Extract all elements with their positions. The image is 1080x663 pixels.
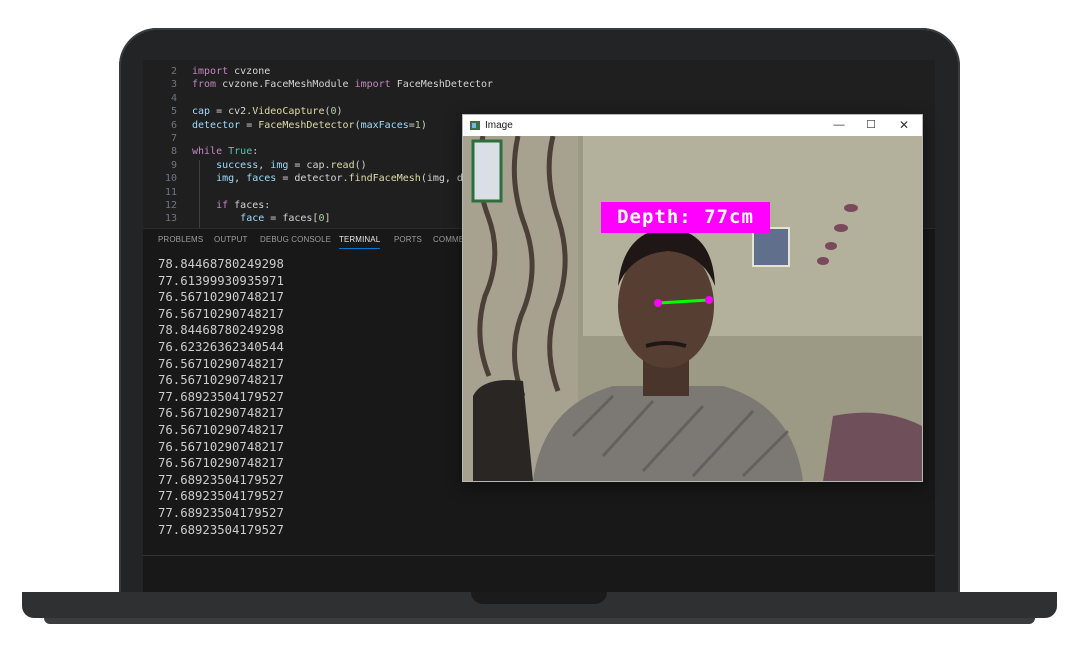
laptop-notch xyxy=(471,592,607,604)
close-button[interactable]: ✕ xyxy=(889,117,919,134)
terminal-line: 77.68923504179527 xyxy=(158,522,284,537)
terminal-line: 76.56710290748217 xyxy=(158,456,284,471)
wall-poster xyxy=(752,227,790,267)
image-window-titlebar[interactable]: Image — ☐ ✕ xyxy=(463,115,922,136)
terminal-line: 76.56710290748217 xyxy=(158,422,284,437)
code-text: import cvzone xyxy=(192,66,271,77)
tab-problems[interactable]: PROBLEMS xyxy=(158,235,203,244)
terminal-line: 78.84468780249298 xyxy=(158,257,284,271)
minimize-button[interactable]: — xyxy=(824,117,854,134)
code-text: face = faces[0] xyxy=(240,213,331,225)
terminal-line: 77.68923504179527 xyxy=(158,389,284,404)
line-number: 11 xyxy=(164,186,177,198)
terminal-line: 78.84468780249298 xyxy=(158,323,284,338)
line-number: 2 xyxy=(170,66,177,77)
terminal-line: 76.56710290748217 xyxy=(158,306,284,321)
line-number: 9 xyxy=(170,159,177,171)
depth-label: Depth: 77cm xyxy=(601,202,770,233)
maximize-button[interactable]: ☐ xyxy=(856,117,886,134)
line-number: 6 xyxy=(170,119,177,131)
left-eye-point xyxy=(654,299,662,307)
terminal-line: 77.61399930935971 xyxy=(158,273,284,288)
line-number: 5 xyxy=(170,106,177,118)
webcam-scene xyxy=(463,136,922,481)
terminal-line: 76.56710290748217 xyxy=(158,290,284,305)
code-text: detector = FaceMeshDetector(maxFaces=1) xyxy=(192,119,427,131)
tab-terminal[interactable]: TERMINAL xyxy=(339,235,381,249)
terminal-line: 76.56710290748217 xyxy=(158,356,284,371)
terminal-line: 77.68923504179527 xyxy=(158,472,284,487)
right-eye-point xyxy=(705,296,713,304)
tab-output[interactable]: OUTPUT xyxy=(214,235,248,244)
tab-ports[interactable]: PORTS xyxy=(394,235,422,244)
code-text: success, img = cap.read() xyxy=(216,159,367,171)
window-pane xyxy=(471,139,503,203)
code-text: img, faces = detector.findFaceMesh(img, … xyxy=(216,173,488,185)
terminal-line: 77.68923504179527 xyxy=(158,489,284,504)
line-number: 10 xyxy=(164,173,177,185)
line-number: 8 xyxy=(170,146,177,158)
chair xyxy=(473,380,533,481)
terminal-line: 76.56710290748217 xyxy=(158,373,284,388)
terminal-output[interactable]: 78.84468780249298 77.61399930935971 76.567… xyxy=(158,256,284,538)
webcam-frame: Depth: 77cm xyxy=(463,136,922,481)
laptop-base-edge xyxy=(44,618,1035,624)
terminal-line: 76.62326362340544 xyxy=(158,339,284,354)
code-text: while True: xyxy=(192,146,259,158)
line-number: 4 xyxy=(170,92,177,104)
code-text: cap = cv2.VideoCapture(0) xyxy=(192,106,343,118)
line-number: 3 xyxy=(170,79,177,91)
line-number: 12 xyxy=(164,200,177,211)
terminal-line: 76.56710290748217 xyxy=(158,439,284,454)
window-app-icon xyxy=(470,121,480,130)
clothes-pile xyxy=(823,412,922,481)
terminal-line: 77.68923504179527 xyxy=(158,505,284,520)
terminal-line: 76.56710290748217 xyxy=(158,406,284,421)
tab-debug-console[interactable]: DEBUG CONSOLE xyxy=(260,235,331,244)
code-text: from cvzone.FaceMeshModule import FaceMe… xyxy=(192,79,494,91)
panel-divider xyxy=(143,555,935,556)
window-title: Image xyxy=(485,120,513,131)
code-text: if faces: xyxy=(216,200,271,211)
tab-comments[interactable]: COMME xyxy=(433,235,464,244)
line-number: 7 xyxy=(170,133,177,144)
image-window[interactable]: Image — ☐ ✕ Depth: 77cm xyxy=(462,114,923,482)
line-number: 13 xyxy=(164,213,177,225)
